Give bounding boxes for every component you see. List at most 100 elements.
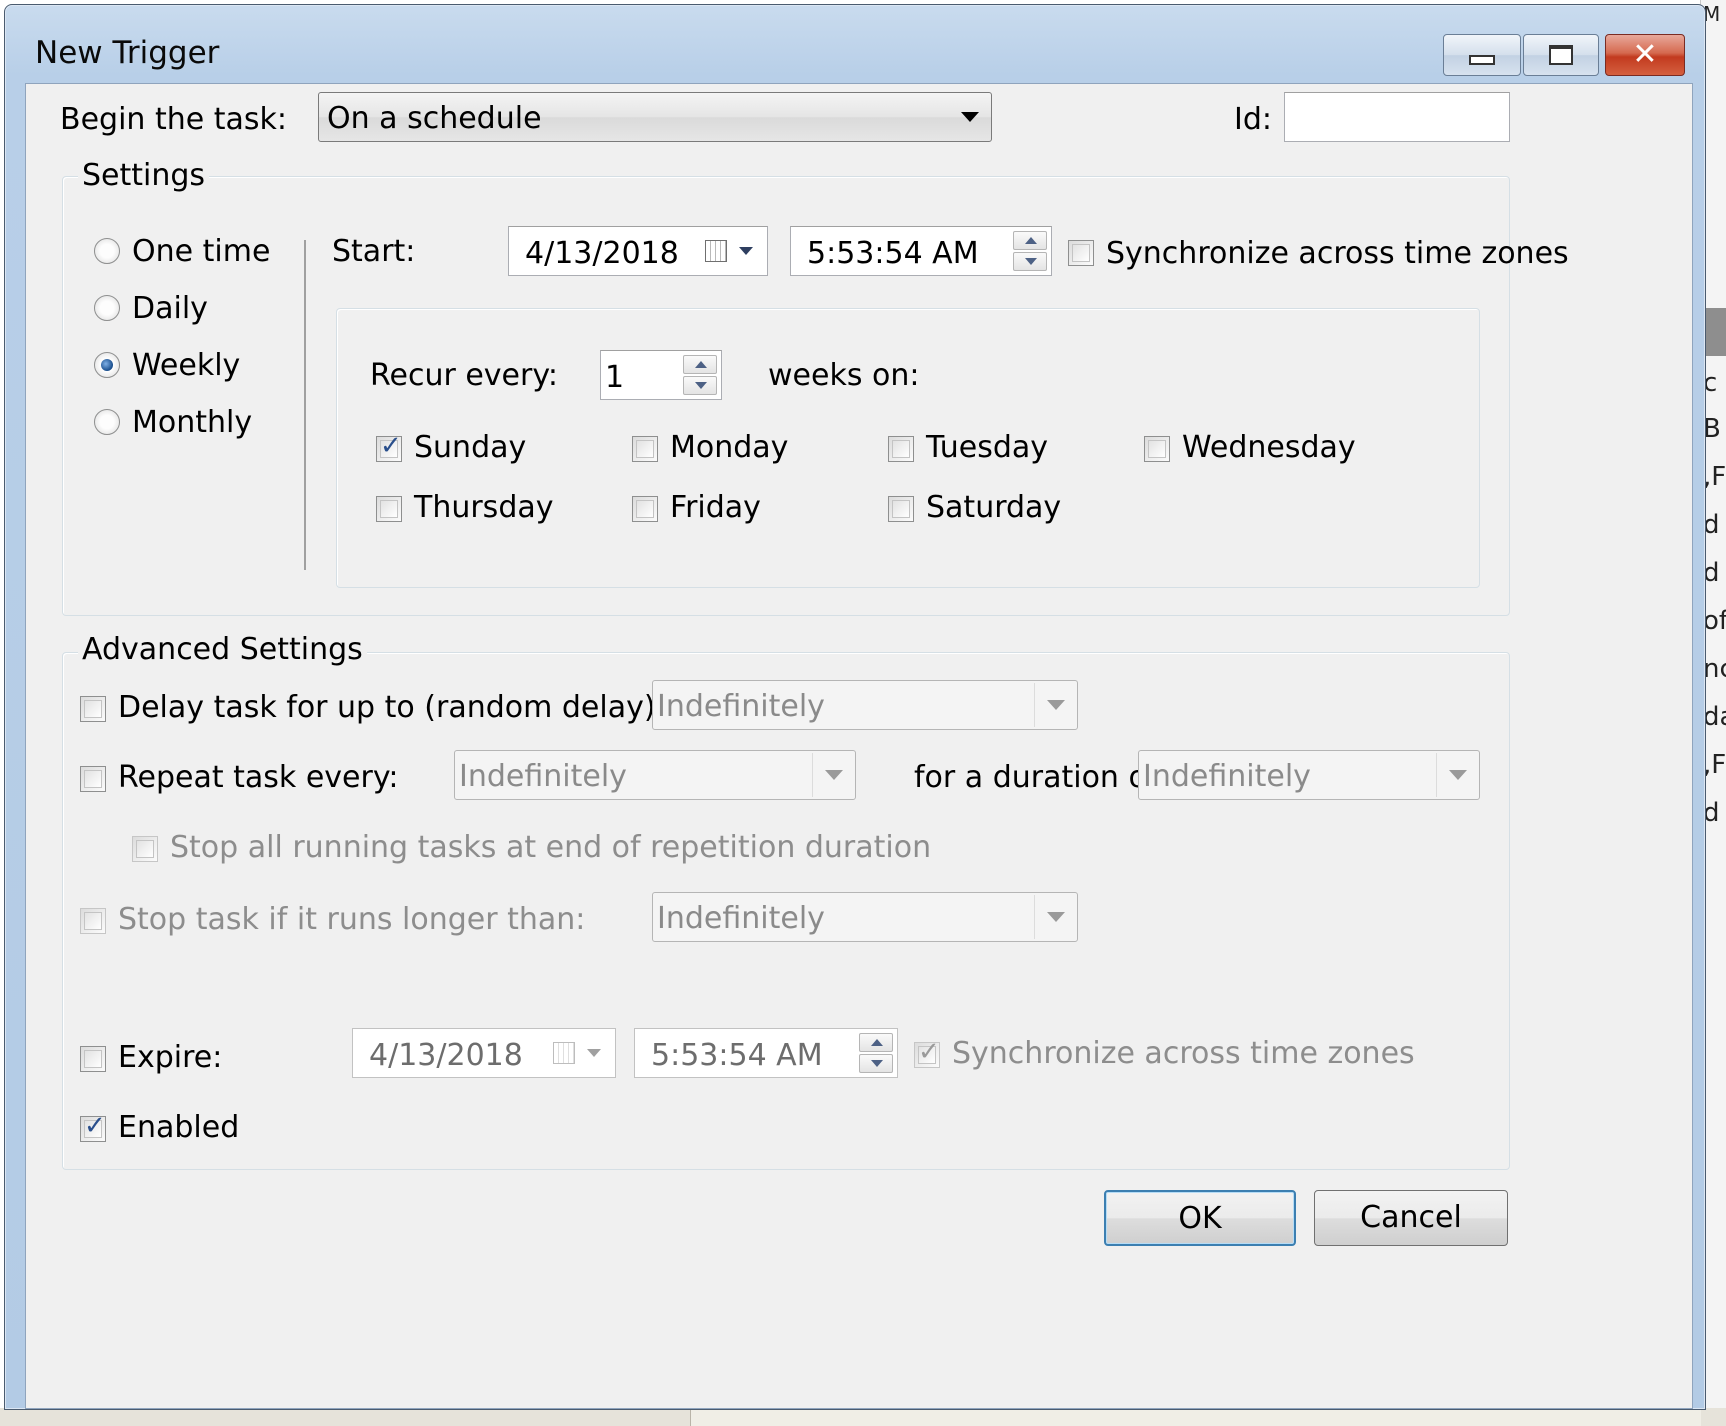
- dialog-client-area: Begin the task: On a schedule Id: Settin…: [25, 83, 1693, 1409]
- stop-if-longer-label[interactable]: Stop task if it runs longer than:: [118, 902, 585, 937]
- calendar-icon[interactable]: [705, 240, 727, 262]
- expire-time-spinner[interactable]: [859, 1033, 893, 1073]
- enabled-checkbox[interactable]: [80, 1111, 106, 1142]
- expire-label[interactable]: Expire:: [118, 1040, 222, 1075]
- day-label-saturday[interactable]: Saturday: [926, 490, 1061, 525]
- day-checkbox-wednesday[interactable]: [1144, 436, 1170, 462]
- radio-one-time-label[interactable]: One time: [132, 234, 270, 269]
- day-checkbox-sunday[interactable]: [376, 431, 402, 462]
- recur-every-input[interactable]: 1: [600, 350, 722, 400]
- repeat-task-label[interactable]: Repeat task every:: [118, 760, 399, 795]
- weeks-on-label: weeks on:: [768, 358, 920, 393]
- sync-time-zones-checkbox[interactable]: [1068, 240, 1094, 266]
- calendar-icon[interactable]: [553, 1042, 575, 1064]
- spin-down-icon[interactable]: [683, 376, 717, 395]
- expire-date-value: 4/13/2018: [369, 1038, 523, 1073]
- expire-date-picker[interactable]: 4/13/2018: [352, 1028, 616, 1078]
- stop-if-longer-value: Indefinitely: [657, 901, 825, 936]
- background-text: ,F: [1703, 750, 1726, 780]
- repeat-task-checkbox[interactable]: [80, 766, 106, 792]
- cancel-button[interactable]: Cancel: [1314, 1190, 1508, 1246]
- radio-daily-label[interactable]: Daily: [132, 291, 208, 326]
- chevron-down-icon: [961, 112, 979, 122]
- radio-monthly-label[interactable]: Monthly: [132, 405, 252, 440]
- chevron-down-icon[interactable]: [587, 1049, 601, 1057]
- day-label-thursday[interactable]: Thursday: [414, 490, 554, 525]
- start-time-spinner[interactable]: [1013, 231, 1047, 271]
- new-trigger-dialog: New Trigger ✕ Begin the task: On a sched…: [4, 4, 1706, 1410]
- delay-task-select[interactable]: Indefinitely: [652, 680, 1078, 730]
- duration-label: for a duration of:: [914, 760, 1167, 795]
- day-checkbox-saturday[interactable]: [888, 496, 914, 522]
- window-title: New Trigger: [35, 35, 220, 71]
- stop-all-tasks-checkbox[interactable]: [132, 836, 158, 862]
- stop-all-tasks-label[interactable]: Stop all running tasks at end of repetit…: [170, 830, 931, 865]
- delay-task-checkbox[interactable]: [80, 696, 106, 722]
- expire-sync-label[interactable]: Synchronize across time zones: [952, 1036, 1415, 1071]
- advanced-settings-title: Advanced Settings: [78, 632, 367, 667]
- stop-if-longer-checkbox[interactable]: [80, 908, 106, 934]
- settings-group-title: Settings: [78, 158, 210, 193]
- start-time-value: 5:53:54 AM: [807, 236, 979, 271]
- duration-value: Indefinitely: [1143, 759, 1311, 794]
- day-label-wednesday[interactable]: Wednesday: [1182, 430, 1356, 465]
- radio-weekly-label[interactable]: Weekly: [132, 348, 240, 383]
- expire-checkbox[interactable]: [80, 1046, 106, 1072]
- background-text: ,F: [1703, 462, 1726, 492]
- begin-task-label: Begin the task:: [60, 102, 287, 137]
- day-label-tuesday[interactable]: Tuesday: [926, 430, 1048, 465]
- recur-every-value: 1: [605, 360, 625, 395]
- spin-up-icon[interactable]: [1013, 231, 1047, 250]
- sync-time-zones-label[interactable]: Synchronize across time zones: [1106, 236, 1569, 271]
- spin-down-icon[interactable]: [859, 1054, 893, 1073]
- maximize-button[interactable]: [1523, 34, 1599, 76]
- chevron-down-icon[interactable]: [739, 247, 753, 255]
- spin-down-icon[interactable]: [1013, 252, 1047, 271]
- expire-sync-checkbox[interactable]: [914, 1037, 940, 1068]
- chevron-down-icon: [825, 770, 843, 780]
- start-time-picker[interactable]: 5:53:54 AM: [790, 226, 1052, 276]
- maximize-icon: [1549, 45, 1573, 65]
- chevron-down-icon: [1047, 700, 1065, 710]
- start-label: Start:: [332, 234, 416, 269]
- day-checkbox-thursday[interactable]: [376, 496, 402, 522]
- recur-every-label: Recur every:: [370, 358, 559, 393]
- id-input[interactable]: [1284, 92, 1510, 142]
- ok-button[interactable]: OK: [1104, 1190, 1296, 1246]
- close-button[interactable]: ✕: [1605, 34, 1685, 76]
- recur-every-spinner[interactable]: [683, 355, 717, 395]
- repeat-interval-value: Indefinitely: [459, 759, 627, 794]
- minimize-icon: [1469, 55, 1495, 65]
- enabled-label[interactable]: Enabled: [118, 1110, 239, 1145]
- delay-task-value: Indefinitely: [657, 689, 825, 724]
- repeat-interval-select[interactable]: Indefinitely: [454, 750, 856, 800]
- spin-up-icon[interactable]: [859, 1033, 893, 1052]
- duration-select[interactable]: Indefinitely: [1138, 750, 1480, 800]
- spin-up-icon[interactable]: [683, 355, 717, 374]
- radio-one-time[interactable]: [94, 238, 120, 264]
- close-icon: ✕: [1632, 37, 1658, 72]
- minimize-button[interactable]: [1443, 34, 1521, 76]
- day-checkbox-monday[interactable]: [632, 436, 658, 462]
- day-label-friday[interactable]: Friday: [670, 490, 761, 525]
- chevron-down-icon: [1449, 770, 1467, 780]
- day-label-sunday[interactable]: Sunday: [414, 430, 526, 465]
- day-checkbox-tuesday[interactable]: [888, 436, 914, 462]
- background-app-bottom: [0, 1408, 1726, 1426]
- delay-task-label[interactable]: Delay task for up to (random delay):: [118, 690, 666, 725]
- radio-daily[interactable]: [94, 295, 120, 321]
- chevron-down-icon: [1047, 912, 1065, 922]
- day-label-monday[interactable]: Monday: [670, 430, 788, 465]
- expire-time-value: 5:53:54 AM: [651, 1038, 823, 1073]
- radio-weekly[interactable]: [94, 352, 120, 378]
- background-text: da: [1703, 702, 1726, 732]
- start-date-picker[interactable]: 4/13/2018: [508, 226, 768, 276]
- settings-divider: [304, 240, 306, 570]
- radio-monthly[interactable]: [94, 409, 120, 435]
- expire-time-picker[interactable]: 5:53:54 AM: [634, 1028, 898, 1078]
- start-date-value: 4/13/2018: [525, 236, 679, 271]
- begin-task-value: On a schedule: [327, 101, 542, 136]
- day-checkbox-friday[interactable]: [632, 496, 658, 522]
- stop-if-longer-select[interactable]: Indefinitely: [652, 892, 1078, 942]
- begin-task-select[interactable]: On a schedule: [318, 92, 992, 142]
